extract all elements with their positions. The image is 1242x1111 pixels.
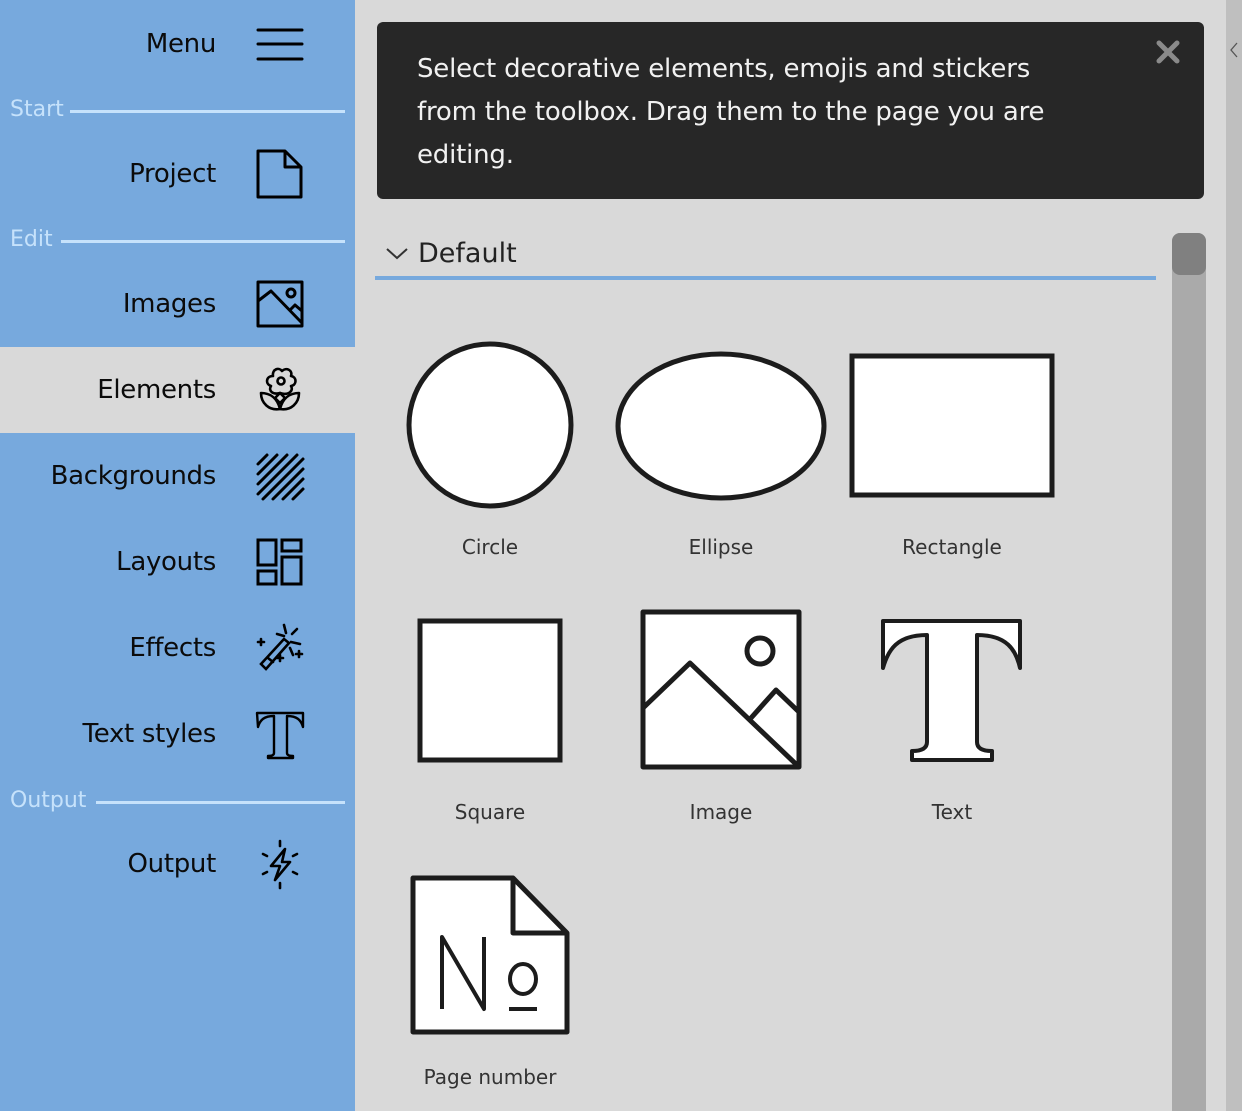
section-divider [96, 801, 345, 804]
scrollbar-track[interactable] [1172, 233, 1206, 1111]
section-divider [70, 110, 345, 113]
group-underline [375, 276, 1156, 280]
sidebar-item-label: Effects [129, 633, 216, 663]
serif-t-icon [253, 707, 307, 761]
element-tile-ellipse[interactable]: Ellipse [611, 335, 831, 585]
circle-shape-icon [406, 341, 574, 509]
sidebar-item-effects[interactable]: Effects [0, 605, 355, 691]
scrollbar-thumb[interactable] [1172, 233, 1206, 275]
element-label: Circle [461, 535, 519, 559]
sidebar: Menu Start Project Edit Images Elements [0, 0, 355, 1111]
sidebar-item-layouts[interactable]: Layouts [0, 519, 355, 605]
element-label: Image [689, 800, 753, 824]
lightning-icon [253, 837, 307, 891]
sidebar-item-label: Images [122, 289, 216, 319]
element-label: Square [454, 800, 526, 824]
sidebar-item-label: Backgrounds [50, 461, 217, 491]
section-label-output: Output [10, 788, 87, 813]
section-label-edit: Edit [10, 227, 53, 252]
element-tile-rectangle[interactable]: Rectangle [842, 335, 1062, 585]
element-tile-page-number[interactable]: Page number [380, 865, 600, 1111]
hatch-pattern-icon [253, 449, 307, 503]
sidebar-item-backgrounds[interactable]: Backgrounds [0, 433, 355, 519]
document-icon [253, 147, 307, 201]
chevron-left-icon[interactable] [1229, 40, 1239, 60]
hamburger-menu-icon [253, 17, 307, 71]
menu-label: Menu [145, 29, 216, 59]
element-tile-image[interactable]: Image [611, 600, 831, 850]
sidebar-item-elements[interactable]: Elements [0, 347, 355, 433]
side-panel-edge [1226, 0, 1242, 1111]
rectangle-shape-icon [849, 353, 1055, 498]
sidebar-item-label: Layouts [116, 547, 216, 577]
text-t-icon [881, 619, 1022, 762]
sidebar-item-output[interactable]: Output [0, 821, 355, 907]
info-banner: Select decorative elements, emojis and s… [377, 22, 1204, 199]
element-tile-text[interactable]: Text [842, 600, 1062, 850]
sidebar-item-project[interactable]: Project [0, 131, 355, 217]
element-tile-square[interactable]: Square [380, 600, 600, 850]
group-title: Default [418, 238, 517, 269]
section-label-start: Start [10, 97, 64, 122]
image-placeholder-icon [640, 609, 802, 770]
sidebar-item-images[interactable]: Images [0, 261, 355, 347]
square-shape-icon [417, 618, 563, 763]
magic-wand-icon [253, 621, 307, 675]
section-divider [61, 240, 345, 243]
layout-grid-icon [253, 535, 307, 589]
menu-button[interactable]: Menu [0, 1, 355, 87]
chevron-down-icon [385, 244, 409, 262]
element-label: Rectangle [902, 535, 1002, 559]
sidebar-item-text-styles[interactable]: Text styles [0, 691, 355, 777]
close-icon[interactable] [1152, 36, 1184, 68]
section-output: Output [10, 788, 345, 814]
group-header-default[interactable]: Default [375, 236, 1156, 280]
element-label: Text [931, 800, 973, 824]
image-icon [253, 277, 307, 331]
element-label: Page number [423, 1065, 557, 1089]
flower-icon [253, 363, 307, 417]
element-label: Ellipse [688, 535, 754, 559]
ellipse-shape-icon [615, 351, 827, 501]
sidebar-item-label: Text styles [82, 719, 217, 749]
info-banner-text: Select decorative elements, emojis and s… [417, 54, 1045, 170]
sidebar-item-label: Project [129, 159, 216, 189]
element-tile-circle[interactable]: Circle [380, 335, 600, 585]
sidebar-item-label: Output [127, 849, 216, 879]
page-number-icon [410, 875, 570, 1035]
section-start: Start [10, 97, 345, 123]
section-edit: Edit [10, 227, 345, 253]
sidebar-item-label: Elements [97, 375, 216, 405]
